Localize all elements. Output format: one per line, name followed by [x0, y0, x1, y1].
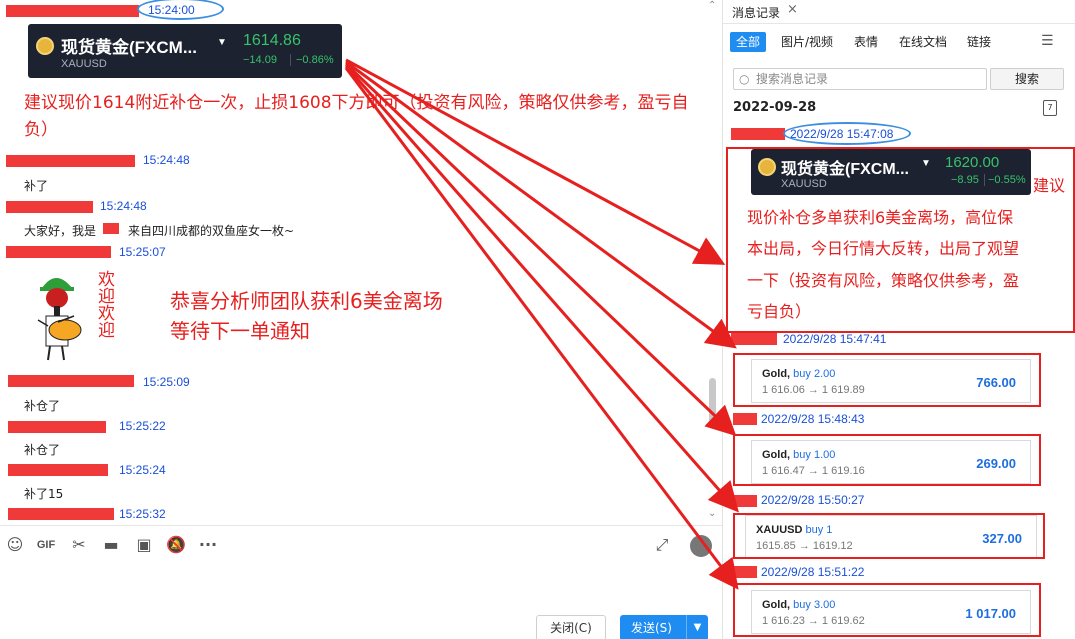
- send-button[interactable]: 发送(S) ▼: [620, 615, 708, 639]
- sticker-text: 欢迎欢迎: [94, 270, 114, 338]
- highlight-box: [733, 513, 1045, 559]
- highlight-box: [733, 353, 1041, 407]
- gif-icon[interactable]: GIF: [35, 534, 57, 556]
- message-time: 15:25:22: [119, 419, 166, 433]
- highlight-box: [733, 583, 1041, 637]
- scroll-up-icon[interactable]: ⌃: [708, 0, 716, 11]
- redacted-sender: [733, 566, 757, 578]
- quote-card[interactable]: 现货黄金(FXCM... ▼ XAUUSD 1614.86 −14.09 −0.…: [28, 24, 342, 78]
- welcome-sticker[interactable]: 欢迎欢迎: [28, 268, 128, 364]
- quote-percent: −0.86%: [296, 54, 334, 66]
- app-window: 15:24:00 现货黄金(FXCM... ▼ XAUUSD 1614.86 −…: [0, 0, 1075, 639]
- divider: [290, 54, 291, 66]
- redacted-sender: [731, 128, 785, 140]
- message-time: 15:25:07: [119, 245, 166, 259]
- redacted-sender: [6, 201, 93, 213]
- search-button[interactable]: 搜索: [990, 68, 1064, 90]
- search-placeholder: 搜索消息记录: [756, 72, 829, 86]
- chat-pane: 15:24:00 现货黄金(FXCM... ▼ XAUUSD 1614.86 −…: [0, 0, 722, 639]
- message-text: 补仓了: [24, 399, 61, 413]
- highlight-ellipse: [137, 0, 224, 20]
- date-heading: 2022-09-28: [733, 100, 817, 115]
- sticker-caption: 恭喜分析师团队获利6美金离场: [170, 289, 443, 313]
- tab-links[interactable]: 链接: [967, 32, 991, 52]
- tab-stickers[interactable]: 表情: [854, 32, 878, 52]
- emoji-icon[interactable]: ☺: [4, 534, 26, 556]
- message-text: 补了15: [24, 487, 64, 501]
- sticker-caption: 等待下一单通知: [170, 319, 310, 343]
- history-tab-header: 消息记录 ×: [723, 0, 1075, 24]
- redacted-sender: [731, 333, 777, 345]
- message-time: 15:25:09: [143, 375, 190, 389]
- filter-icon[interactable]: ☰: [1041, 33, 1054, 49]
- folder-icon[interactable]: ▬: [100, 534, 122, 556]
- redacted-sender: [6, 246, 111, 258]
- redacted-name: [103, 223, 119, 234]
- more-icon[interactable]: ···: [197, 534, 219, 556]
- highlight-box: [733, 434, 1041, 486]
- redacted-sender: [8, 464, 108, 476]
- tab-all[interactable]: 全部: [730, 32, 767, 52]
- entry-time: 2022/9/28 15:50:27: [761, 493, 865, 507]
- bell-off-icon[interactable]: 🔕: [165, 534, 187, 556]
- close-button[interactable]: 关闭(C): [536, 615, 606, 639]
- close-icon[interactable]: ×: [787, 2, 798, 17]
- history-title: 消息记录: [732, 6, 781, 20]
- highlight-ellipse: [783, 122, 911, 145]
- search-input[interactable]: ○ 搜索消息记录: [733, 68, 987, 90]
- redacted-sender: [8, 375, 134, 387]
- tab-media[interactable]: 图片/视频: [781, 32, 833, 52]
- chevron-down-icon[interactable]: ▼: [686, 615, 708, 639]
- message-text: 补仓了: [24, 443, 61, 457]
- entry-time: 2022/9/28 15:51:22: [761, 565, 865, 579]
- tab-docs[interactable]: 在线文档: [899, 32, 947, 52]
- redacted-sender: [733, 495, 757, 507]
- image-icon[interactable]: ▣: [133, 534, 155, 556]
- entry-time: 2022/9/28 15:48:43: [761, 412, 865, 426]
- message-text: 大家好，我是: [24, 224, 97, 238]
- redacted-sender: [8, 421, 106, 433]
- message-time: 15:25:32: [119, 507, 166, 521]
- gold-coin-icon: [36, 37, 54, 55]
- message-time: 15:25:24: [119, 463, 166, 477]
- message-text: 补了: [24, 179, 49, 193]
- expand-icon[interactable]: ⤢: [651, 534, 673, 556]
- caret-down-icon: ▼: [217, 37, 227, 48]
- scroll-down-icon[interactable]: ⌄: [708, 508, 716, 519]
- message-time: 15:24:48: [100, 199, 147, 213]
- scissors-icon[interactable]: ✂: [68, 534, 90, 556]
- annotation-text: 建议现价1614附近补仓一次，止损1608下方即可（投资有风险，策略仅供参考，盈…: [24, 93, 689, 140]
- chat-scrollbar[interactable]: [709, 378, 716, 424]
- input-toolbar: ☺ GIF ✂ ▬ ▣ 🔕 ··· ⤢: [0, 525, 722, 563]
- quote-change: −14.09: [243, 54, 277, 66]
- quote-symbol: XAUUSD: [61, 58, 107, 70]
- redacted-sender: [733, 413, 757, 425]
- redacted-sender: [6, 5, 139, 17]
- message-input[interactable]: [0, 563, 722, 639]
- redacted-sender: [8, 508, 114, 520]
- redacted-sender: [6, 155, 135, 167]
- entry-time: 2022/9/28 15:47:41: [783, 332, 887, 346]
- send-label: 发送(S): [631, 621, 672, 635]
- history-pane: 消息记录 × 全部 图片/视频 表情 在线文档 链接 ☰ ○ 搜索消息记录 搜索…: [722, 0, 1075, 639]
- calendar-icon[interactable]: 7: [1043, 100, 1057, 116]
- message-text: 来自四川成都的双鱼座女一枚~: [128, 224, 295, 238]
- highlight-box: [726, 147, 1075, 333]
- quote-name: 现货黄金(FXCM...: [61, 38, 197, 57]
- message-time: 15:24:48: [143, 153, 190, 167]
- record-icon[interactable]: [690, 535, 712, 557]
- search-icon: ○: [739, 72, 750, 86]
- quote-price: 1614.86: [243, 32, 301, 49]
